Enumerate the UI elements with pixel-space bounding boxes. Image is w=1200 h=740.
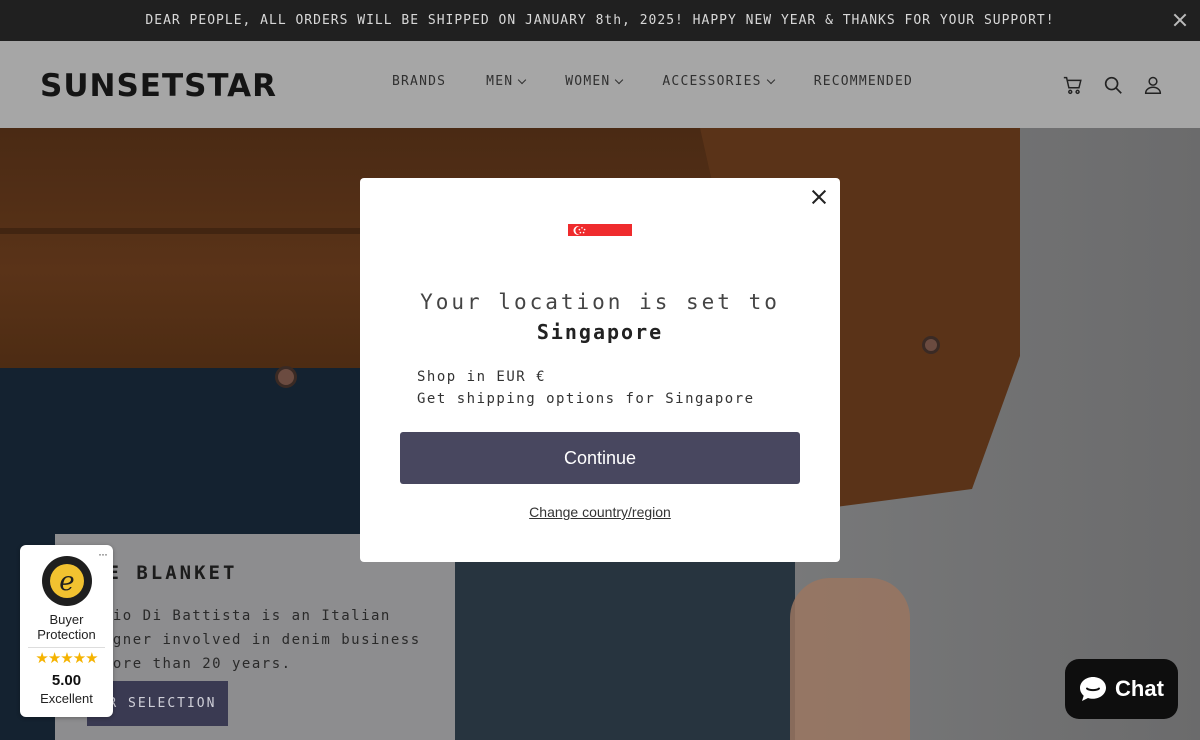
buyer-protection-label: Buyer Protection xyxy=(37,612,96,642)
nav-item-men[interactable]: MEN xyxy=(486,74,527,89)
hero-image-jeans-right xyxy=(455,538,795,740)
main-nav: BRANDS MEN WOMEN ACCESSORIES RECOMMENDED xyxy=(392,74,913,89)
close-icon[interactable] xyxy=(808,186,830,208)
hero-text-line: signer involved in denim business xyxy=(93,632,421,648)
nav-item-accessories[interactable]: ACCESSORIES xyxy=(662,74,775,89)
header-icons xyxy=(1062,74,1164,96)
modal-title: Your location is set to xyxy=(420,290,780,314)
chat-label: Chat xyxy=(1115,676,1164,701)
chat-icon xyxy=(1080,677,1107,701)
nav-item-brands[interactable]: BRANDS xyxy=(392,74,446,89)
chevron-down-icon xyxy=(615,75,624,84)
button-decoration xyxy=(922,336,940,354)
cart-icon[interactable] xyxy=(1062,74,1084,96)
singapore-flag xyxy=(568,224,632,248)
hero-card: UE BLANKET onio Di Battista is an Italia… xyxy=(55,534,455,740)
nav-item-label: WOMEN xyxy=(565,74,611,89)
modal-country: Singapore xyxy=(536,320,664,344)
nav-item-label: BRANDS xyxy=(392,74,447,89)
currency-info: Shop in EUR € xyxy=(417,369,547,385)
svg-text:e: e xyxy=(59,567,74,597)
more-icon[interactable]: ··· xyxy=(98,547,108,561)
change-country-link[interactable]: Change country/region xyxy=(360,504,840,520)
location-modal: Your location is set to Singapore Shop i… xyxy=(360,178,840,562)
hero-text: onio Di Battista is an Italian signer in… xyxy=(93,604,433,676)
rating-score: 5.00 xyxy=(51,672,82,689)
divider xyxy=(28,647,105,648)
nav-item-label: RECOMMENDED xyxy=(813,74,913,89)
hero-text-line: onio Di Battista is an Italian xyxy=(93,608,391,624)
hero-image-hand xyxy=(790,578,910,740)
logo[interactable]: SUNSETSTAR xyxy=(40,68,277,104)
announcement-bar: DEAR PEOPLE, ALL ORDERS WILL BE SHIPPED … xyxy=(0,0,1200,41)
search-icon[interactable] xyxy=(1102,74,1124,96)
trusted-shops-badge[interactable]: ··· e Buyer Protection ★★★★★ 5.00 Excell… xyxy=(20,545,113,717)
rating-stars: ★★★★★ xyxy=(35,650,98,667)
nav-item-women[interactable]: WOMEN xyxy=(565,74,624,89)
nav-item-label: ACCESSORIES xyxy=(662,74,762,89)
nav-item-recommended[interactable]: RECOMMENDED xyxy=(814,74,913,89)
announcement-close-icon[interactable] xyxy=(1170,10,1190,30)
hero-text-line: more than 20 years. xyxy=(93,656,292,672)
rating-grade: Excellent xyxy=(40,691,93,706)
account-icon[interactable] xyxy=(1142,74,1164,96)
chat-button[interactable]: Chat xyxy=(1065,659,1178,719)
site-header: SUNSETSTAR BRANDS MEN WOMEN ACCESSORIES … xyxy=(0,41,1200,128)
hero-title: UE BLANKET xyxy=(93,562,238,584)
nav-item-label: MEN xyxy=(486,74,514,89)
trusted-shops-seal-icon: e xyxy=(42,556,92,606)
continue-button[interactable]: Continue xyxy=(400,432,800,484)
rivet-decoration xyxy=(275,366,297,388)
announcement-text: DEAR PEOPLE, ALL ORDERS WILL BE SHIPPED … xyxy=(145,13,1055,28)
chevron-down-icon xyxy=(518,75,527,84)
chevron-down-icon xyxy=(766,75,775,84)
shipping-info: Get shipping options for Singapore xyxy=(417,391,755,407)
